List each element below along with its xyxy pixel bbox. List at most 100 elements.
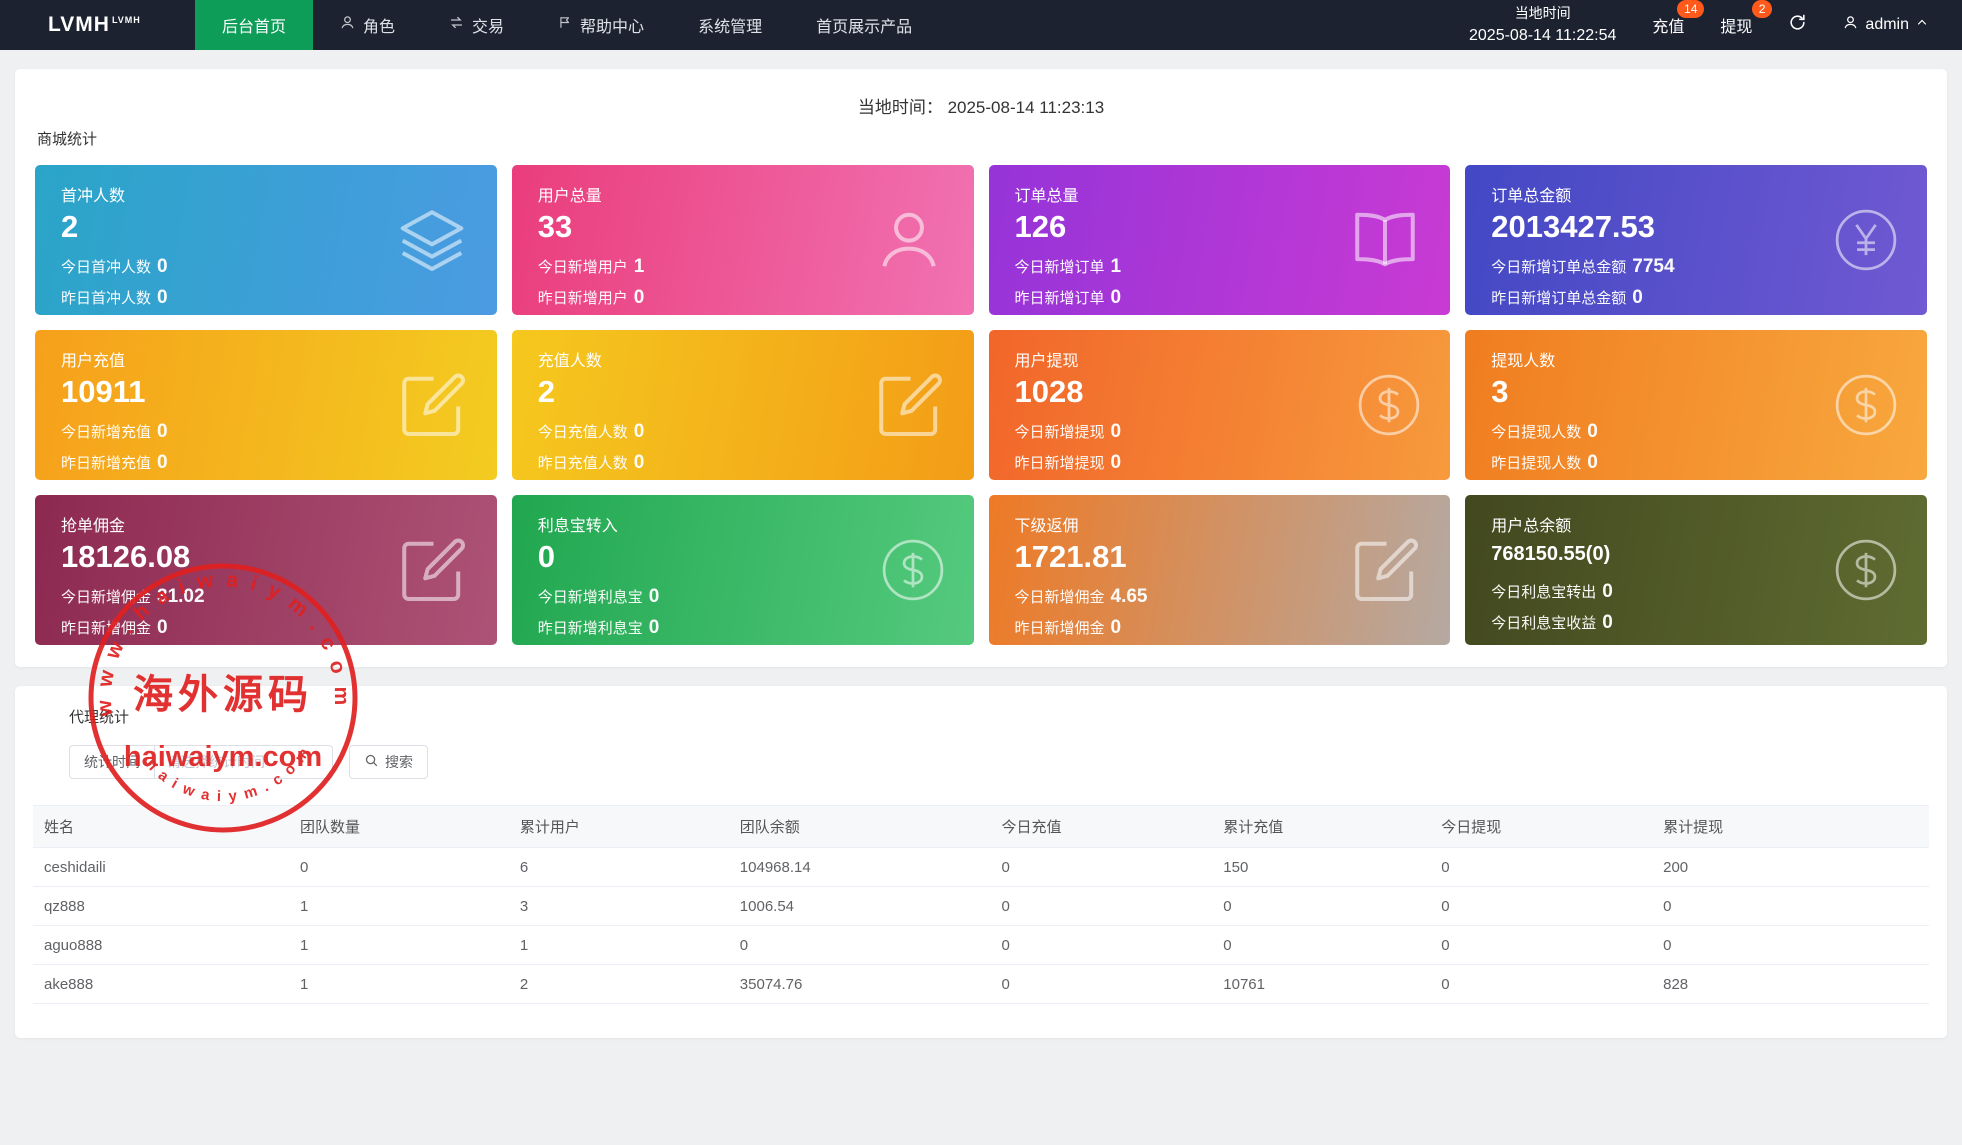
recharge-link[interactable]: 充值 14 xyxy=(1652,0,1705,37)
stat-value: 1 xyxy=(1110,256,1122,277)
search-icon xyxy=(364,753,379,771)
stat-card: 订单总量 126 今日新增订单 1 昨日新增订单 0 xyxy=(988,165,1451,315)
nav-item-trade[interactable]: 交易 xyxy=(422,0,531,50)
book-icon xyxy=(1348,203,1422,277)
column-header: 今日充值 xyxy=(990,805,1213,848)
stat-card: 用户提现 1028 今日新增提现 0 昨日新增提现 0 xyxy=(988,330,1451,480)
cell: 1 xyxy=(288,886,509,926)
nav-item-help-center[interactable]: 帮助中心 xyxy=(531,0,671,50)
stat-value: 0 xyxy=(1110,616,1122,638)
nav-item-homepage-products[interactable]: 首页展示产品 xyxy=(789,0,939,50)
stat-card: 用户总余额 768150.55(0) 今日利息宝转出 0 今日利息宝收益 0 xyxy=(1465,495,1927,645)
stat-label: 昨日新增订单总金额 xyxy=(1491,289,1627,307)
cell-name: ceshidaili xyxy=(33,847,289,887)
withdraw-link[interactable]: 提现 2 xyxy=(1720,0,1773,37)
stat-label: 今日新增订单 xyxy=(1014,259,1105,276)
stat-cards-grid: 首冲人数 2 今日首冲人数 0 昨日首冲人数 0 用户总量 33 今日新增用户 1 昨… xyxy=(35,165,1927,645)
nav-item-label: 角色 xyxy=(363,19,396,36)
card-stat-line: 今日利息宝收益 0 xyxy=(1491,608,1901,639)
cell: 0 xyxy=(1212,925,1431,965)
layers-icon xyxy=(395,203,469,277)
stat-value: 7754 xyxy=(1632,256,1675,277)
table-row: ceshidaili 0 6 104968.14 0 150 0 200 xyxy=(33,847,1929,887)
dollar-circle-icon xyxy=(1833,372,1899,438)
stat-label: 昨日新增订单 xyxy=(1014,289,1105,307)
stat-value: 0 xyxy=(1587,421,1598,442)
cell: 200 xyxy=(1652,847,1929,887)
nav-item-home[interactable]: 后台首页 xyxy=(195,0,314,50)
edit-note-icon xyxy=(1348,533,1422,607)
card-title: 利息宝转入 xyxy=(537,518,618,535)
edit-note-icon xyxy=(395,533,469,607)
stat-value: 0 xyxy=(1602,611,1613,633)
person-icon xyxy=(340,15,355,35)
stat-label: 昨日新增佣金 xyxy=(1014,619,1105,637)
edit-note-icon xyxy=(872,368,946,442)
brand-logo[interactable]: LVMH LVMH xyxy=(0,13,195,37)
page-content: 当地时间： 2025-08-14 11:23:13 商城统计 首冲人数 2 今日… xyxy=(0,50,1962,1053)
refresh-icon xyxy=(1788,13,1807,37)
navbar-local-time: 当地时间 2025-08-14 11:22:54 xyxy=(1469,3,1616,46)
nav-item-role[interactable]: 角色 xyxy=(313,0,422,50)
stat-label: 今日新增提现 xyxy=(1014,424,1105,441)
stat-value: 0 xyxy=(1587,451,1598,473)
cell: 2 xyxy=(508,964,729,1004)
panel-time-value: 2025-08-14 11:23:13 xyxy=(947,98,1105,117)
stat-card: 充值人数 2 今日充值人数 0 昨日充值人数 0 xyxy=(511,330,974,480)
nav-item-system-management[interactable]: 系统管理 xyxy=(671,0,789,50)
panel-time-label: 当地时间： xyxy=(857,98,943,117)
stat-label: 昨日首冲人数 xyxy=(61,289,152,307)
refresh-button[interactable] xyxy=(1788,13,1807,37)
card-stat-line: 昨日充值人数 0 xyxy=(538,448,948,479)
stat-value: 31.02 xyxy=(157,586,205,607)
stat-value: 0 xyxy=(1632,286,1643,308)
cell: 35074.76 xyxy=(728,964,991,1004)
card-title: 用户总余额 xyxy=(1491,518,1572,535)
stat-value: 0 xyxy=(648,616,660,638)
cell: 1 xyxy=(508,925,729,965)
table-header-row: 姓名 团队数量 累计用户 团队余额 今日充值 累计充值 今日提现 累计提现 xyxy=(33,805,1929,848)
cell: 1 xyxy=(288,925,509,965)
dollar-circle-icon xyxy=(1833,537,1899,603)
admin-dropdown[interactable]: admin xyxy=(1843,15,1928,35)
stat-value: 0 xyxy=(157,286,168,308)
search-button[interactable]: 搜索 xyxy=(349,745,428,779)
cell: 0 xyxy=(990,925,1213,965)
stat-value: 0 xyxy=(633,451,645,473)
stat-value: 0 xyxy=(633,286,645,308)
stat-card: 下级返佣 1721.81 今日新增佣金 4.65 昨日新增佣金 0 xyxy=(988,495,1451,645)
column-header: 姓名 xyxy=(33,805,289,848)
stat-label: 昨日提现人数 xyxy=(1491,454,1582,472)
cell: 0 xyxy=(1430,964,1653,1004)
stat-value: 1 xyxy=(633,256,645,277)
dollar-circle-icon xyxy=(1356,372,1422,438)
card-stat-line: 昨日新增订单 0 xyxy=(1015,283,1425,314)
stat-value: 0 xyxy=(157,256,168,277)
local-time-value: 2025-08-14 11:22:54 xyxy=(1469,26,1617,44)
card-title: 用户提现 xyxy=(1014,353,1079,370)
search-button-label: 搜索 xyxy=(385,754,413,770)
agent-statistics-panel: 代理统计 统计时间 搜索 姓名 团队数量 累计用户 团队余额 今日充值 累计充值… xyxy=(15,686,1947,1038)
card-stat-line: 昨日新增订单总金额 0 xyxy=(1491,283,1901,314)
cell: 0 xyxy=(1430,847,1653,887)
yen-circle-icon xyxy=(1833,207,1899,273)
cell-name: ake888 xyxy=(33,964,289,1004)
table-row: ake888 1 2 35074.76 0 10761 0 828 xyxy=(33,964,1929,1004)
stat-value: 0 xyxy=(1602,581,1613,602)
local-time-label: 当地时间 xyxy=(1514,5,1571,22)
stat-label: 今日利息宝收益 xyxy=(1491,614,1597,632)
stat-value: 0 xyxy=(157,451,168,473)
column-header: 累计充值 xyxy=(1212,805,1431,848)
main-menu: 后台首页 角色 交易 帮助中心 系统管理 首页展示产品 xyxy=(195,0,939,50)
cell: 0 xyxy=(990,847,1213,887)
cell-name: aguo888 xyxy=(33,925,289,965)
stat-value: 0 xyxy=(157,421,168,442)
cell: 104968.14 xyxy=(728,847,991,887)
exchange-icon xyxy=(449,15,464,35)
stat-label: 今日首冲人数 xyxy=(61,259,152,276)
agent-table: 姓名 团队数量 累计用户 团队余额 今日充值 累计充值 今日提现 累计提现 ce… xyxy=(33,805,1929,1004)
card-stat-line: 昨日新增用户 0 xyxy=(538,283,948,314)
time-filter-input[interactable] xyxy=(155,745,333,779)
dollar-circle-icon xyxy=(880,537,946,603)
cell: 0 xyxy=(1430,886,1653,926)
